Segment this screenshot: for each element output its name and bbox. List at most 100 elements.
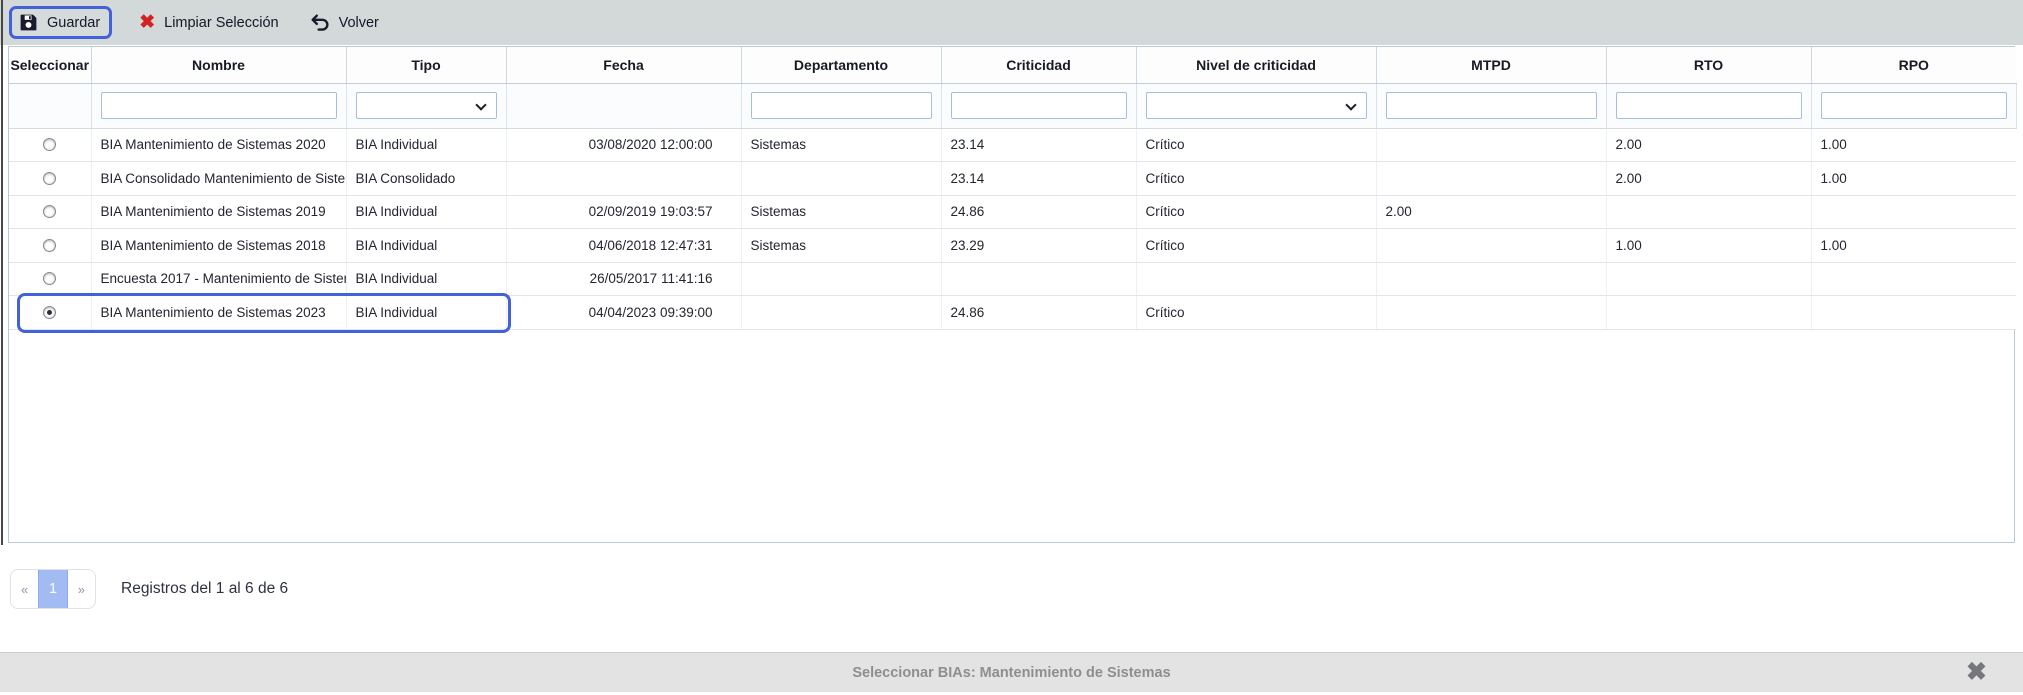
cell-mtpd	[1376, 262, 1606, 296]
cell-fecha: 04/06/2018 12:47:31	[506, 229, 741, 263]
filter-row	[9, 83, 2016, 128]
col-header-rto[interactable]: RTO	[1606, 47, 1811, 83]
cell-nivel: Crítico	[1136, 296, 1376, 330]
col-header-rpo[interactable]: RPO	[1811, 47, 2016, 83]
cell-tipo: BIA Individual	[346, 296, 506, 330]
pagination-prev-button[interactable]: «	[11, 570, 38, 608]
col-header-nombre[interactable]: Nombre	[91, 47, 346, 83]
row-radio[interactable]	[43, 172, 56, 185]
cell-nombre: BIA Mantenimiento de Sistemas 2018	[91, 229, 346, 263]
cell-rto: 1.00	[1606, 229, 1811, 263]
cell-rpo	[1811, 262, 2016, 296]
col-header-seleccionar[interactable]: Seleccionar	[9, 47, 91, 83]
criticidad-filter-input[interactable]	[951, 92, 1127, 119]
row-radio[interactable]	[43, 138, 56, 151]
chevron-down-icon	[1345, 99, 1356, 110]
cell-fecha: 03/08/2020 12:00:00	[506, 128, 741, 162]
bia-grid: Seleccionar Nombre Tipo Fecha Departamen…	[8, 46, 2015, 543]
clear-selection-button[interactable]: ✖ Limpiar Selección	[139, 13, 278, 32]
table-row: BIA Consolidado Mantenimiento de Sistema…	[9, 162, 2016, 196]
table-row: BIA Mantenimiento de Sistemas 2019BIA In…	[9, 195, 2016, 229]
col-header-tipo[interactable]: Tipo	[346, 47, 506, 83]
save-button[interactable]: Guardar	[19, 13, 100, 32]
pagination: « 1 »	[10, 569, 96, 609]
toolbar: Guardar ✖ Limpiar Selección Volver	[0, 0, 2023, 45]
cell-nivel	[1136, 262, 1376, 296]
cell-departamento: Sistemas	[741, 195, 941, 229]
cell-criticidad: 23.14	[941, 162, 1136, 196]
cell-nivel: Crítico	[1136, 195, 1376, 229]
filter-cell-rpo	[1811, 83, 2016, 128]
cell-tipo: BIA Individual	[346, 262, 506, 296]
rpo-filter-input[interactable]	[1821, 92, 2007, 119]
cell-departamento	[741, 262, 941, 296]
cell-rpo	[1811, 296, 2016, 330]
cell-departamento	[741, 296, 941, 330]
cell-tipo: BIA Consolidado	[346, 162, 506, 196]
mtpd-filter-input[interactable]	[1386, 92, 1597, 119]
cell-fecha: 02/09/2019 19:03:57	[506, 195, 741, 229]
tipo-filter-select[interactable]	[356, 92, 497, 119]
clear-selection-icon: ✖	[139, 13, 155, 32]
cell-rto	[1606, 296, 1811, 330]
filter-cell-nivel	[1136, 83, 1376, 128]
cell-mtpd	[1376, 128, 1606, 162]
cell-mtpd	[1376, 229, 1606, 263]
filter-cell-criticidad	[941, 83, 1136, 128]
cell-seleccionar	[9, 162, 91, 196]
dialog-title-bar: Seleccionar BIAs: Mantenimiento de Siste…	[0, 652, 2023, 692]
row-radio[interactable]	[43, 205, 56, 218]
cell-nombre: BIA Mantenimiento de Sistemas 2020	[91, 128, 346, 162]
chevron-down-icon	[475, 99, 486, 110]
cell-mtpd	[1376, 162, 1606, 196]
nivel-filter-select[interactable]	[1146, 92, 1367, 119]
rto-filter-input[interactable]	[1616, 92, 1802, 119]
filter-cell-fecha	[506, 83, 741, 128]
table-row: BIA Mantenimiento de Sistemas 2020BIA In…	[9, 128, 2016, 162]
save-button-label: Guardar	[47, 15, 100, 31]
pagination-page-1-button[interactable]: 1	[38, 570, 67, 608]
cell-criticidad: 24.86	[941, 296, 1136, 330]
cell-mtpd: 2.00	[1376, 195, 1606, 229]
cell-rpo: 1.00	[1811, 162, 2016, 196]
cell-criticidad: 23.14	[941, 128, 1136, 162]
filter-cell-tipo	[346, 83, 506, 128]
cell-nombre: BIA Mantenimiento de Sistemas 2023	[91, 296, 346, 330]
close-icon[interactable]: ✖	[1966, 654, 1987, 690]
pagination-next-button[interactable]: »	[68, 570, 95, 608]
cell-nombre: BIA Mantenimiento de Sistemas 2019	[91, 195, 346, 229]
header-row: Seleccionar Nombre Tipo Fecha Departamen…	[9, 47, 2016, 83]
col-header-nivel[interactable]: Nivel de criticidad	[1136, 47, 1376, 83]
save-icon	[19, 13, 38, 32]
cell-criticidad	[941, 262, 1136, 296]
cell-tipo: BIA Individual	[346, 128, 506, 162]
col-header-departamento[interactable]: Departamento	[741, 47, 941, 83]
cell-departamento: Sistemas	[741, 229, 941, 263]
cell-seleccionar	[9, 195, 91, 229]
row-radio[interactable]	[43, 272, 56, 285]
cell-mtpd	[1376, 296, 1606, 330]
table-row: BIA Mantenimiento de Sistemas 2023BIA In…	[9, 296, 2016, 330]
cell-nivel: Crítico	[1136, 229, 1376, 263]
bia-table: Seleccionar Nombre Tipo Fecha Departamen…	[9, 47, 2017, 330]
back-button-label: Volver	[339, 15, 379, 31]
cell-seleccionar	[9, 262, 91, 296]
row-radio[interactable]	[43, 239, 56, 252]
cell-rpo: 1.00	[1811, 128, 2016, 162]
filter-cell-rto	[1606, 83, 1811, 128]
records-summary: Registros del 1 al 6 de 6	[121, 569, 288, 609]
cell-rto: 2.00	[1606, 128, 1811, 162]
col-header-fecha[interactable]: Fecha	[506, 47, 741, 83]
departamento-filter-input[interactable]	[751, 92, 932, 119]
col-header-mtpd[interactable]: MTPD	[1376, 47, 1606, 83]
back-button[interactable]: Volver	[310, 13, 379, 32]
cell-rto	[1606, 195, 1811, 229]
cell-nivel: Crítico	[1136, 162, 1376, 196]
nombre-filter-input[interactable]	[101, 92, 337, 119]
row-radio-selected[interactable]	[43, 306, 56, 319]
cell-fecha	[506, 162, 741, 196]
clear-selection-label: Limpiar Selección	[164, 15, 278, 31]
col-header-criticidad[interactable]: Criticidad	[941, 47, 1136, 83]
filter-cell-mtpd	[1376, 83, 1606, 128]
cell-tipo: BIA Individual	[346, 229, 506, 263]
